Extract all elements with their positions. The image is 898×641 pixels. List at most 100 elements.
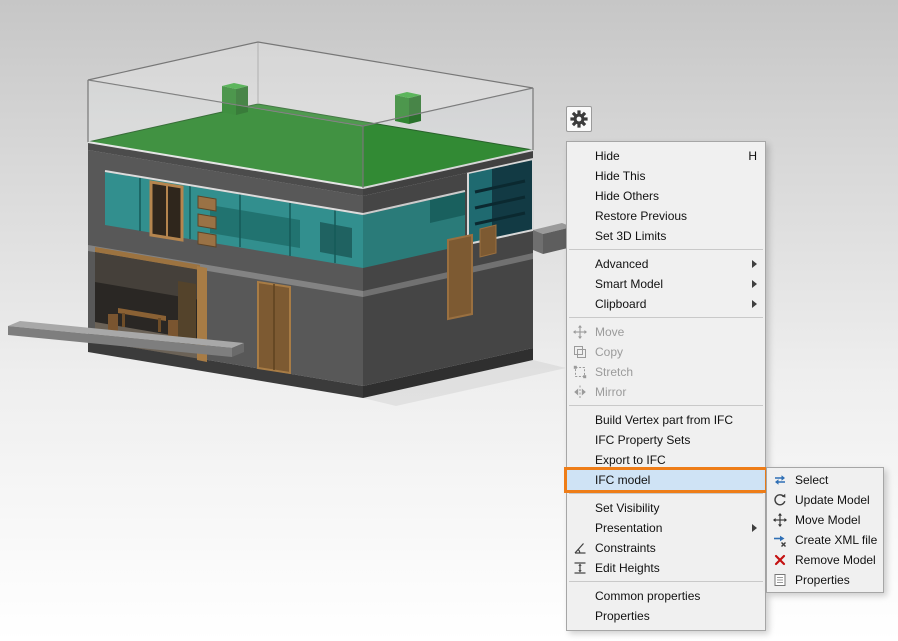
menu-item-build-vertex-part-from-ifc[interactable]: Build Vertex part from IFC bbox=[567, 410, 765, 430]
menu-item-presentation[interactable]: Presentation bbox=[567, 518, 765, 538]
menu-item-label: Set 3D Limits bbox=[595, 229, 666, 243]
submenu-arrow-icon bbox=[752, 260, 757, 268]
menu-item-label: Clipboard bbox=[595, 297, 646, 311]
icon-spacer bbox=[573, 149, 591, 163]
gear-icon bbox=[570, 110, 588, 128]
icon-spacer bbox=[573, 169, 591, 183]
menu-item-label: Copy bbox=[595, 345, 623, 359]
icon-spacer bbox=[573, 297, 591, 311]
menu-item-label: Properties bbox=[795, 573, 850, 587]
menu-item-label: Remove Model bbox=[795, 553, 876, 567]
menu-item-stretch: Stretch bbox=[567, 362, 765, 382]
menu-item-set-visibility[interactable]: Set Visibility bbox=[567, 498, 765, 518]
menu-separator bbox=[569, 317, 763, 318]
icon-spacer bbox=[573, 473, 591, 487]
menu-item-label: Stretch bbox=[595, 365, 633, 379]
side-door bbox=[448, 235, 472, 319]
menu-item-ifc-model[interactable]: IFC model bbox=[567, 470, 765, 490]
shortcut-hint: H bbox=[736, 149, 757, 163]
menu-item-label: Export to IFC bbox=[595, 453, 666, 467]
menu-item-label: Presentation bbox=[595, 521, 662, 535]
menu-item-copy: Copy bbox=[567, 342, 765, 362]
icon-spacer bbox=[573, 521, 591, 535]
create-xml-icon bbox=[773, 533, 791, 547]
menu-separator bbox=[569, 581, 763, 582]
menu-item-label: Smart Model bbox=[595, 277, 663, 291]
menu-item-label: Mirror bbox=[595, 385, 626, 399]
menu-item-restore-previous[interactable]: Restore Previous bbox=[567, 206, 765, 226]
constraints-icon bbox=[573, 541, 591, 555]
menu-item-label: Build Vertex part from IFC bbox=[595, 413, 733, 427]
select-icon bbox=[773, 473, 791, 487]
menu-item-label: Restore Previous bbox=[595, 209, 687, 223]
menu-item-label: Edit Heights bbox=[595, 561, 660, 575]
properties-icon bbox=[773, 573, 791, 587]
icon-spacer bbox=[573, 609, 591, 623]
menu-item-hide-others[interactable]: Hide Others bbox=[567, 186, 765, 206]
icon-spacer bbox=[573, 453, 591, 467]
menu-item-label: Common properties bbox=[595, 589, 700, 603]
wood-window bbox=[151, 182, 182, 240]
menu-item-remove-model[interactable]: Remove Model bbox=[767, 550, 883, 570]
menu-item-smart-model[interactable]: Smart Model bbox=[567, 274, 765, 294]
icon-spacer bbox=[573, 433, 591, 447]
corner-window bbox=[468, 159, 533, 244]
icon-spacer bbox=[573, 501, 591, 515]
menu-item-select[interactable]: Select bbox=[767, 470, 883, 490]
menu-item-label: Select bbox=[795, 473, 828, 487]
menu-item-edit-heights[interactable]: Edit Heights bbox=[567, 558, 765, 578]
menu-separator bbox=[569, 493, 763, 494]
icon-spacer bbox=[573, 413, 591, 427]
ifc-model-submenu: Select Update Model Move Model Create XML f… bbox=[766, 467, 884, 593]
update-model-icon bbox=[773, 493, 791, 507]
menu-item-label: Move Model bbox=[795, 513, 860, 527]
menu-item-move-model[interactable]: Move Model bbox=[767, 510, 883, 530]
menu-item-common-properties[interactable]: Common properties bbox=[567, 586, 765, 606]
building-model[interactable] bbox=[8, 42, 572, 406]
icon-spacer bbox=[573, 257, 591, 271]
menu-item-update-model[interactable]: Update Model bbox=[767, 490, 883, 510]
move-icon bbox=[573, 325, 591, 339]
menu-item-label: IFC Property Sets bbox=[595, 433, 690, 447]
icon-spacer bbox=[573, 229, 591, 243]
menu-item-properties[interactable]: Properties bbox=[567, 606, 765, 626]
menu-item-label: Hide bbox=[595, 149, 620, 163]
menu-item-label: Set Visibility bbox=[595, 501, 659, 515]
menu-item-hide[interactable]: Hide H bbox=[567, 146, 765, 166]
remove-model-icon bbox=[773, 553, 791, 567]
menu-item-label: Advanced bbox=[595, 257, 648, 271]
menu-item-ifc-property-sets[interactable]: IFC Property Sets bbox=[567, 430, 765, 450]
menu-item-label: IFC model bbox=[595, 473, 650, 487]
front-door bbox=[258, 282, 290, 373]
side-window bbox=[480, 225, 496, 257]
edit-heights-icon bbox=[573, 561, 591, 575]
menu-item-label: Hide Others bbox=[595, 189, 659, 203]
context-menu: Hide H Hide This Hide Others Restore Previou… bbox=[566, 141, 766, 631]
menu-item-move: Move bbox=[567, 322, 765, 342]
menu-item-create-xml-file[interactable]: Create XML file bbox=[767, 530, 883, 550]
copy-icon bbox=[573, 345, 591, 359]
menu-item-set-3d-limits[interactable]: Set 3D Limits bbox=[567, 226, 765, 246]
menu-separator bbox=[569, 249, 763, 250]
menu-item-label: Move bbox=[595, 325, 624, 339]
mirror-icon bbox=[573, 385, 591, 399]
icon-spacer bbox=[573, 277, 591, 291]
menu-item-constraints[interactable]: Constraints bbox=[567, 538, 765, 558]
menu-separator bbox=[569, 405, 763, 406]
menu-item-label: Constraints bbox=[595, 541, 656, 555]
menu-item-mirror: Mirror bbox=[567, 382, 765, 402]
submenu-arrow-icon bbox=[752, 524, 757, 532]
submenu-arrow-icon bbox=[752, 300, 757, 308]
icon-spacer bbox=[573, 189, 591, 203]
menu-item-label: Hide This bbox=[595, 169, 645, 183]
menu-item-advanced[interactable]: Advanced bbox=[567, 254, 765, 274]
menu-item-hide-this[interactable]: Hide This bbox=[567, 166, 765, 186]
menu-item-label: Update Model bbox=[795, 493, 870, 507]
stretch-icon bbox=[573, 365, 591, 379]
menu-item-export-to-ifc[interactable]: Export to IFC bbox=[567, 450, 765, 470]
menu-item-label: Properties bbox=[595, 609, 650, 623]
icon-spacer bbox=[573, 589, 591, 603]
menu-item-properties[interactable]: Properties bbox=[767, 570, 883, 590]
context-options-button[interactable] bbox=[566, 106, 592, 132]
menu-item-clipboard[interactable]: Clipboard bbox=[567, 294, 765, 314]
